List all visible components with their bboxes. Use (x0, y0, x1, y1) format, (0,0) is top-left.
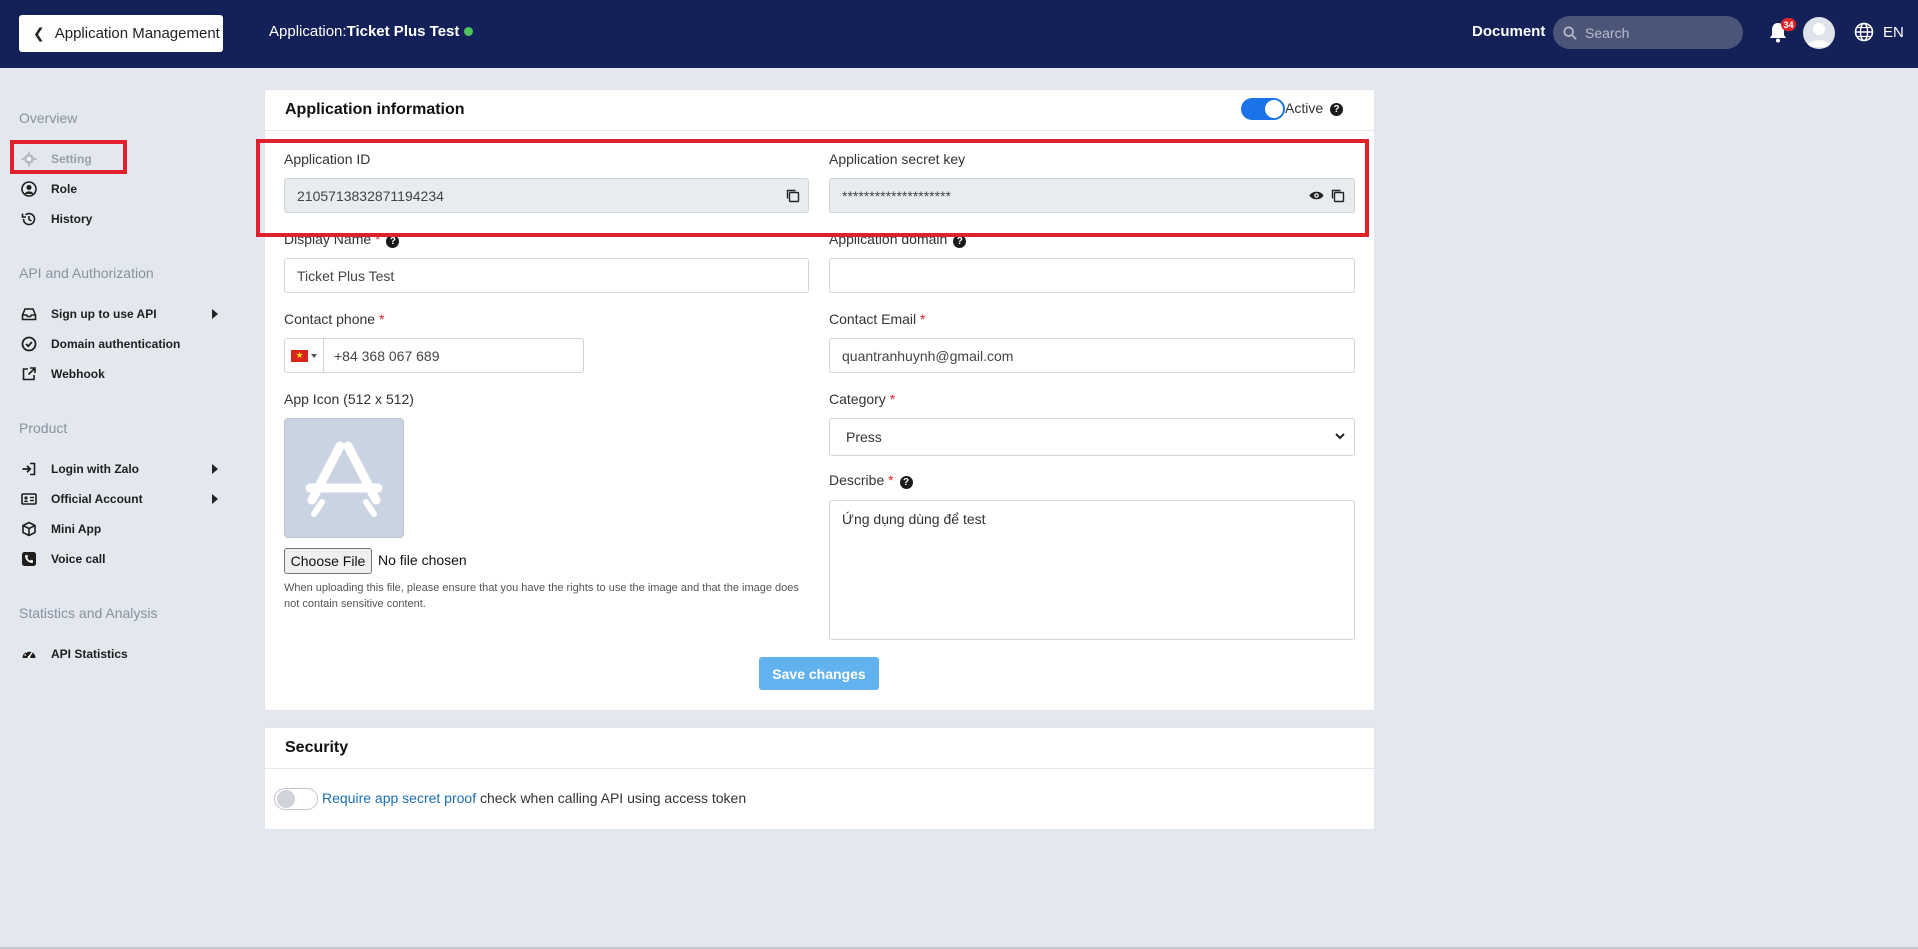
chevron-left-icon: ❮ (33, 25, 45, 41)
search-input[interactable]: Search (1553, 16, 1743, 49)
choose-file-button[interactable]: Choose File (284, 548, 372, 574)
country-code-selector[interactable]: ★ (285, 339, 324, 372)
application-information-title: Application information (265, 90, 1374, 131)
contact-phone-input[interactable]: ★ +84 368 067 689 (284, 338, 584, 373)
document-link[interactable]: Document (1472, 23, 1545, 40)
gauge-icon (22, 650, 36, 659)
describe-textarea[interactable]: Ứng dụng dùng để test (829, 500, 1355, 640)
sidebar-item-history[interactable]: History (21, 208, 92, 230)
sidebar-item-label: API Statistics (51, 647, 128, 661)
save-changes-button[interactable]: Save changes (759, 657, 879, 690)
chevron-down-icon (1335, 433, 1345, 440)
inbox-icon (21, 308, 37, 321)
sidebar-section-api-authorization: API and Authorization (19, 265, 154, 281)
app-icon-label: App Icon (512 x 512) (284, 391, 414, 407)
describe-value: Ứng dụng dùng để test (842, 511, 986, 527)
category-label: Category * (829, 391, 896, 407)
sidebar-item-label: History (51, 212, 93, 226)
display-name-input[interactable]: Ticket Plus Test (284, 258, 809, 293)
app-title-name: Ticket Plus Test (346, 23, 460, 40)
category-select[interactable]: Press (829, 418, 1355, 456)
user-avatar-icon (1807, 23, 1831, 47)
app-title-prefix: Application: (269, 23, 347, 40)
user-circle-icon (21, 181, 37, 197)
app-secret-proof-text: Require app secret proof check when call… (322, 790, 746, 806)
setting-highlight-box (10, 140, 127, 174)
sidebar-item-mini-app[interactable]: Mini App (21, 518, 101, 540)
app-secret-proof-toggle[interactable] (274, 788, 318, 810)
notification-count-badge: 34 (1781, 18, 1796, 31)
sidebar-section-product: Product (19, 420, 68, 436)
caret-right-icon[interactable] (212, 464, 218, 474)
cube-icon (22, 521, 36, 537)
sidebar-item-label: Domain authentication (51, 337, 181, 351)
active-label: Active (1285, 100, 1324, 116)
sidebar-item-api-statistics[interactable]: API Statistics (21, 643, 128, 665)
active-help[interactable]: ? (1330, 99, 1343, 117)
back-to-application-management-button[interactable]: ❮ Application Management (19, 15, 223, 52)
caret-right-icon[interactable] (212, 494, 218, 504)
id-card-icon (21, 493, 37, 505)
sidebar-item-label: Login with Zalo (51, 462, 139, 476)
search-placeholder: Search (1585, 24, 1630, 41)
avatar[interactable] (1803, 17, 1835, 49)
sidebar-item-official-account[interactable]: Official Account (21, 488, 143, 510)
top-navbar: ❮ Application Management Application: Ti… (0, 0, 1918, 68)
file-upload-note: When uploading this file, please ensure … (284, 582, 799, 610)
sidebar-item-label: Webhook (51, 367, 105, 381)
sidebar-item-sign-up-api[interactable]: Sign up to use API (21, 303, 157, 325)
search-icon (1563, 25, 1577, 40)
toggle-knob (277, 790, 295, 808)
question-circle-icon[interactable]: ? (899, 476, 913, 489)
contact-email-label: Contact Email * (829, 311, 926, 327)
sidebar-item-label: Sign up to use API (51, 307, 157, 321)
category-value: Press (846, 429, 882, 445)
language-selector[interactable]: EN (1883, 24, 1904, 41)
application-domain-input[interactable] (829, 258, 1355, 293)
app-store-placeholder-icon (305, 441, 383, 517)
contact-email-value: quantranhuynh@gmail.com (842, 347, 1014, 364)
sidebar-section-statistics: Statistics and Analysis (19, 605, 158, 621)
describe-label: Describe *? (829, 472, 913, 489)
app-status-dot (464, 27, 474, 36)
vietnam-flag-icon: ★ (291, 349, 308, 362)
sidebar-item-domain-authentication[interactable]: Domain authentication (21, 333, 180, 355)
require-app-secret-proof-link[interactable]: Require app secret proof (322, 790, 476, 806)
active-toggle-knob (1265, 100, 1283, 118)
active-toggle[interactable] (1241, 98, 1285, 120)
check-circle-icon (21, 336, 37, 352)
back-button-label: Application Management (54, 25, 220, 42)
sidebar-section-overview: Overview (19, 110, 78, 126)
app-icon-preview (284, 418, 404, 538)
sign-in-icon (22, 462, 36, 476)
sidebar-item-label: Voice call (51, 552, 106, 566)
file-status-text: No file chosen (378, 552, 467, 568)
caret-right-icon[interactable] (212, 309, 218, 319)
display-name-value: Ticket Plus Test (297, 267, 395, 284)
credentials-highlight-box (256, 139, 1369, 237)
external-link-icon (22, 367, 36, 381)
sidebar-item-webhook[interactable]: Webhook (21, 363, 105, 385)
caret-down-icon (311, 353, 317, 358)
sidebar-item-label: Mini App (51, 522, 102, 536)
globe-icon[interactable] (1854, 22, 1874, 42)
security-title: Security (265, 728, 1374, 769)
history-icon (21, 212, 36, 226)
sidebar-item-label: Official Account (51, 492, 143, 506)
application-title: Application: Ticket Plus Test (269, 23, 474, 40)
phone-icon (22, 552, 36, 566)
security-card: Security (264, 727, 1375, 830)
contact-email-input[interactable]: quantranhuynh@gmail.com (829, 338, 1355, 373)
sidebar-item-role[interactable]: Role (21, 178, 77, 200)
contact-phone-label: Contact phone * (284, 311, 385, 327)
sidebar-item-voice-call[interactable]: Voice call (21, 548, 105, 570)
contact-phone-value: +84 368 067 689 (334, 347, 440, 364)
question-circle-icon: ? (1330, 103, 1343, 116)
sidebar-item-label: Role (51, 182, 78, 196)
app-secret-proof-description: check when calling API using access toke… (476, 790, 747, 806)
sidebar-item-login-with-zalo[interactable]: Login with Zalo (21, 458, 139, 480)
